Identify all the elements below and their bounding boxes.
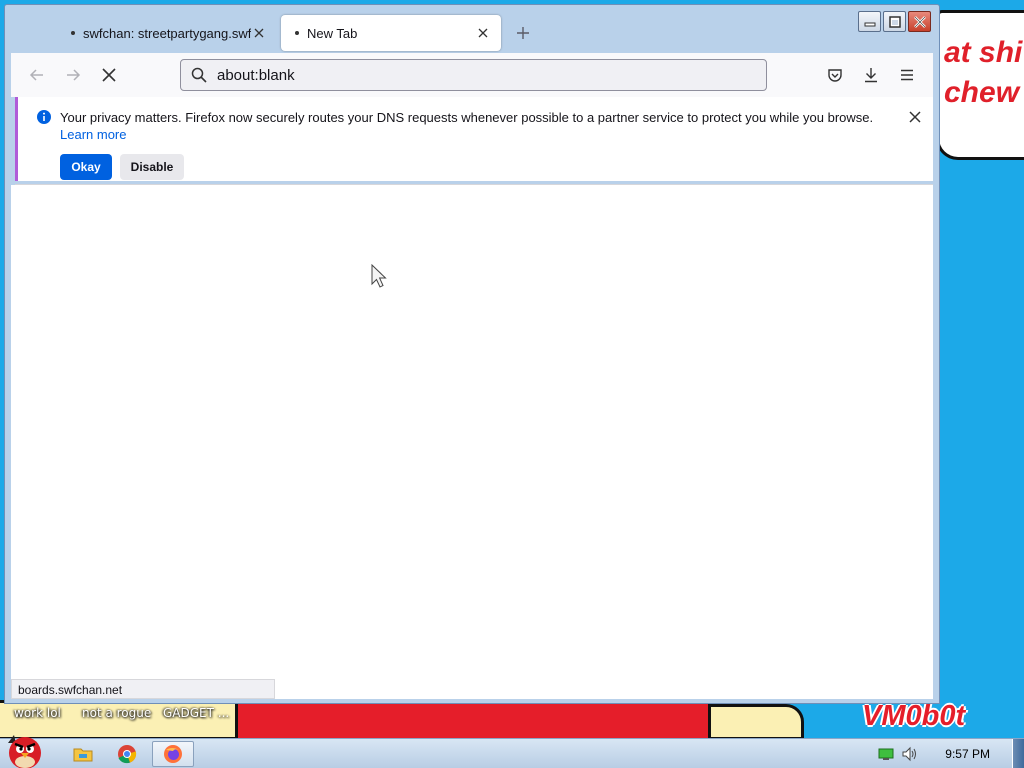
okay-button[interactable]: Okay [60, 154, 112, 180]
taskbar-firefox[interactable] [152, 741, 194, 767]
desktop-icon-label[interactable]: not a rogue [82, 706, 151, 720]
tab-loading-dot-icon [71, 31, 75, 35]
address-input[interactable] [217, 66, 717, 84]
address-bar[interactable] [180, 59, 767, 91]
toolbar-right [819, 59, 923, 91]
stop-x-icon [102, 68, 116, 82]
close-icon [909, 111, 921, 123]
pocket-button[interactable] [819, 59, 851, 91]
status-url: boards.swfchan.net [11, 679, 275, 699]
back-button[interactable] [21, 59, 53, 91]
maximize-icon [888, 15, 901, 28]
close-icon [478, 28, 488, 38]
tab-close-button[interactable] [251, 25, 267, 41]
arrow-left-icon [29, 69, 43, 81]
system-tray: 9:57 PM [871, 739, 1010, 768]
tab-title: New Tab [307, 25, 358, 41]
notification-message: Your privacy matters. Firefox now secure… [60, 110, 874, 125]
chrome-icon [118, 745, 137, 764]
downloads-button[interactable] [855, 59, 887, 91]
dns-privacy-notification: Your privacy matters. Firefox now secure… [15, 97, 933, 181]
desktop-icon-label[interactable]: GADGET ... [163, 706, 229, 720]
tab-close-button[interactable] [475, 25, 491, 41]
bubble-text-line2: chew [944, 76, 1020, 109]
show-desktop-button[interactable] [1012, 739, 1024, 768]
navigation-toolbar [11, 53, 933, 97]
wallpaper-yellow-block [708, 704, 804, 740]
browser-window: swfchan: streetpartygang.swf New Tab abo… [4, 4, 940, 704]
firefox-icon [164, 745, 182, 763]
bubble-text-line1: at shi [944, 36, 1023, 69]
wallpaper-red-band [230, 702, 720, 742]
close-icon [254, 28, 264, 38]
taskbar-chrome[interactable] [106, 741, 148, 767]
taskbar-file-explorer[interactable] [62, 741, 104, 767]
close-window-button[interactable] [908, 11, 931, 32]
notification-close-button[interactable] [905, 107, 925, 127]
page-content[interactable]: boards.swfchan.net [11, 185, 933, 699]
learn-more-link[interactable]: Learn more [60, 127, 126, 142]
tab-strip: swfchan: streetpartygang.swf New Tab [11, 13, 537, 51]
tab-title: swfchan: streetpartygang.swf [83, 25, 251, 41]
tab-loading-dot-icon [295, 31, 299, 35]
window-controls [858, 11, 931, 32]
plus-icon [517, 27, 529, 39]
volume-tray-button[interactable] [901, 745, 919, 763]
desktop-icon-label[interactable]: work lol [14, 706, 61, 720]
arrow-right-icon [67, 69, 81, 81]
folder-icon [73, 748, 93, 762]
search-icon [191, 67, 207, 83]
stop-button[interactable] [93, 59, 125, 91]
new-tab-button[interactable] [509, 19, 537, 47]
tab-new-tab[interactable]: New Tab [281, 15, 501, 51]
tab-swfchan[interactable]: swfchan: streetpartygang.swf [11, 15, 277, 51]
taskbar-clock[interactable]: 9:57 PM [945, 747, 990, 761]
hamburger-menu-icon [901, 69, 913, 81]
maximize-button[interactable] [883, 11, 906, 32]
menu-button[interactable] [891, 59, 923, 91]
network-icon [878, 748, 894, 760]
taskbar: 9:57 PM [0, 735, 1024, 768]
angry-bird-start-icon [8, 735, 41, 768]
minimize-button[interactable] [858, 11, 881, 32]
mouse-cursor-icon [371, 264, 387, 288]
pocket-icon [828, 69, 842, 82]
forward-button[interactable] [57, 59, 89, 91]
network-tray-button[interactable] [877, 745, 895, 763]
minimize-icon [864, 22, 875, 26]
close-icon [913, 15, 926, 28]
start-button[interactable] [2, 731, 48, 768]
download-icon [865, 68, 877, 83]
speaker-icon [902, 746, 917, 762]
info-icon [37, 110, 51, 124]
vm-watermark: VM0b0t [862, 700, 966, 732]
disable-button[interactable]: Disable [120, 154, 184, 180]
